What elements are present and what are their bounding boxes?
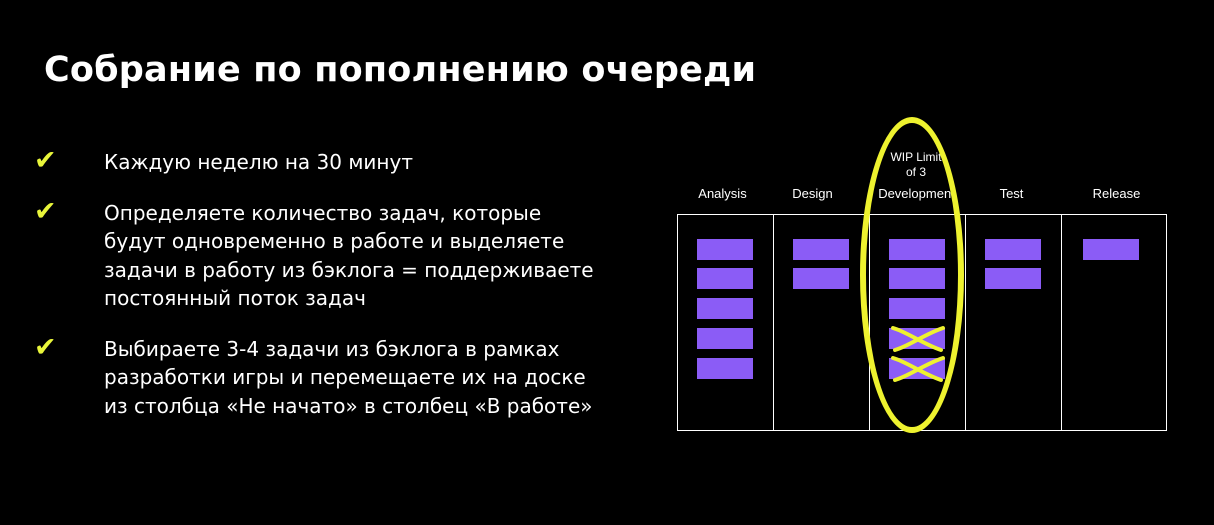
task-card <box>697 268 753 289</box>
column-header-design: Design <box>792 186 833 201</box>
task-card <box>985 239 1041 260</box>
task-card <box>697 298 753 319</box>
column-header-analysis: Analysis <box>698 186 747 201</box>
check-icon: ✔ <box>34 331 57 363</box>
bullet-text: Выбираете 3-4 задачи из бэклога в рамках… <box>104 336 593 418</box>
column-divider <box>1061 215 1062 430</box>
task-card <box>1083 239 1139 260</box>
task-card <box>793 239 849 260</box>
column-header-release: Release <box>1092 186 1141 201</box>
column-header-test: Test <box>999 186 1024 201</box>
task-card <box>697 328 753 349</box>
bullet-text: Каждую неделю на 30 минут <box>104 150 413 174</box>
bullet-item: ✔ Каждую неделю на 30 минут <box>34 145 634 177</box>
bullet-item: ✔ Выбираете 3-4 задачи из бэклога в рамк… <box>34 331 634 421</box>
check-icon: ✔ <box>34 195 57 227</box>
task-card <box>697 358 753 379</box>
task-card <box>793 268 849 289</box>
column-divider <box>965 215 966 430</box>
bullet-item: ✔ Определяете количество задач, которые … <box>34 195 634 313</box>
slide-title: Собрание по пополнению очереди <box>44 50 757 90</box>
check-icon: ✔ <box>34 145 57 176</box>
column-divider <box>773 215 774 430</box>
bullet-list: ✔ Каждую неделю на 30 минут ✔ Определяет… <box>34 145 634 434</box>
task-card <box>985 268 1041 289</box>
task-card <box>697 239 753 260</box>
bullet-text: Определяете количество задач, которые бу… <box>104 200 594 311</box>
cross-mark-icon <box>891 356 945 382</box>
cross-mark-icon <box>891 326 945 352</box>
